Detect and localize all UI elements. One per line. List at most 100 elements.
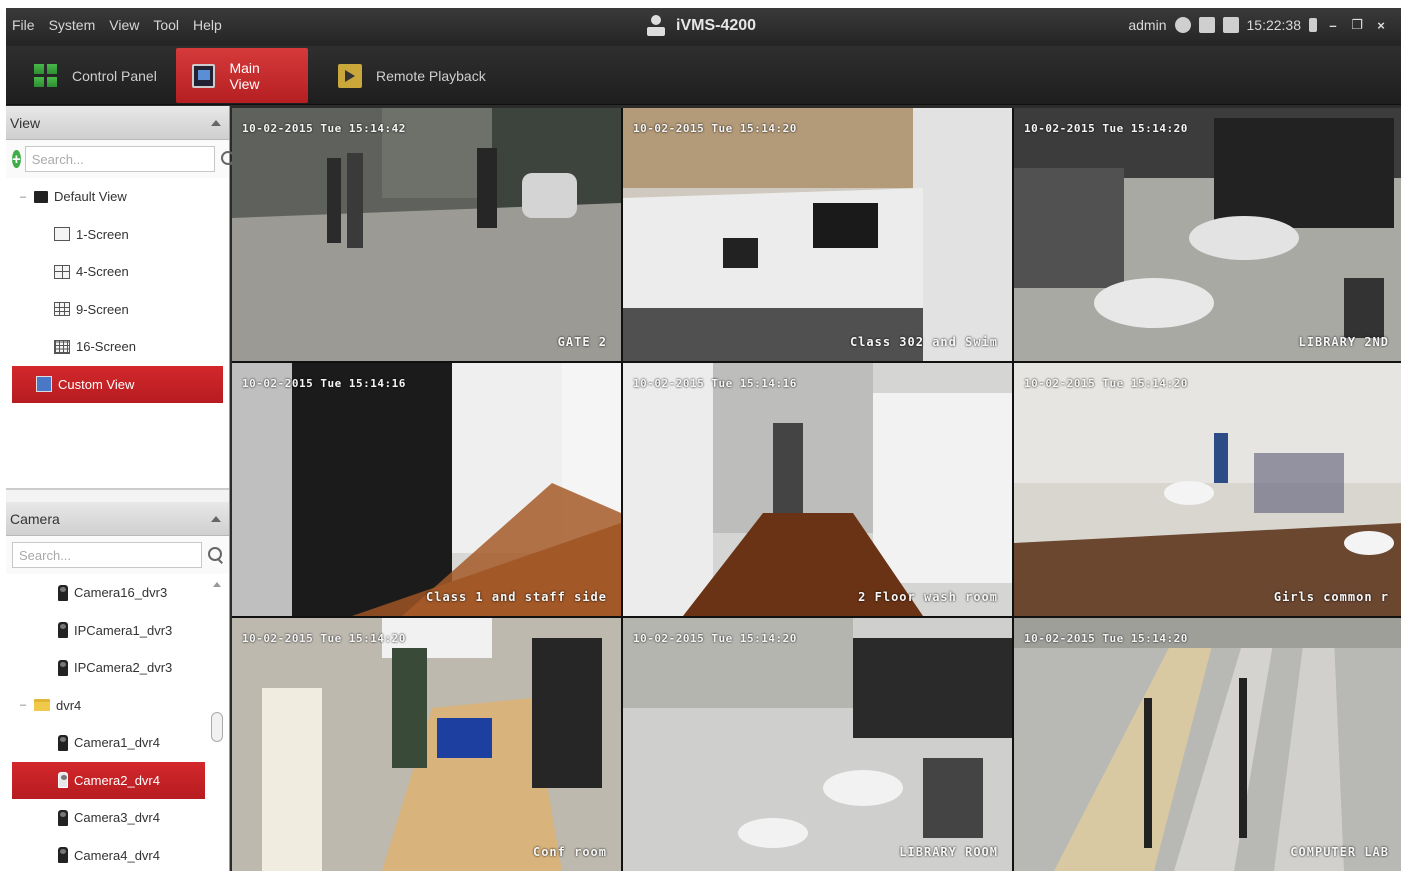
status-area: admin 15:22:38 – ❐ ×: [1128, 17, 1389, 33]
menu-system[interactable]: System: [49, 17, 96, 33]
camera-search-input[interactable]: [12, 542, 202, 568]
video-tile-8[interactable]: 10-02-2015 Tue 15:14:20 LIBRARY ROOM: [623, 618, 1012, 871]
maximize-icon[interactable]: ❐: [1349, 17, 1365, 33]
camera-item[interactable]: Camera3_dvr4: [6, 799, 229, 837]
tree-label: Custom View: [58, 376, 135, 392]
tree-group-dvr4[interactable]: – dvr4: [6, 687, 229, 725]
add-view-icon[interactable]: +: [12, 150, 21, 168]
view-item-16-screen[interactable]: 16-Screen: [6, 328, 229, 366]
module-tab-bar: Control Panel Main View Remote Playback: [6, 46, 1401, 105]
video-timestamp: 10-02-2015 Tue 15:14:20: [242, 632, 406, 645]
scroll-up-icon[interactable]: [213, 582, 221, 587]
view-item-4-screen[interactable]: 4-Screen: [6, 253, 229, 291]
custom-view-icon: [36, 376, 52, 393]
camera-item[interactable]: Camera4_dvr4: [6, 837, 229, 871]
video-feed-corridor: [232, 363, 621, 616]
video-timestamp: 10-02-2015 Tue 15:14:16: [633, 377, 797, 390]
video-camera-label: COMPUTER LAB: [1290, 845, 1389, 859]
close-icon[interactable]: ×: [1373, 17, 1389, 33]
video-tile-2[interactable]: 10-02-2015 Tue 15:14:20 Class 302 and Sw…: [623, 108, 1012, 361]
collapse-toggle-icon[interactable]: –: [18, 191, 28, 202]
camera-section: Camera Camera16_dvr3 IPCamera1_dvr3 I: [6, 502, 229, 871]
video-feed-hallway: [623, 363, 1012, 616]
camera-icon: [58, 847, 68, 864]
camera-panel-title: Camera: [10, 510, 60, 527]
lock-icon[interactable]: [1198, 17, 1215, 33]
video-feed-gate: [232, 108, 621, 361]
screen-layout-9-icon: [54, 302, 70, 317]
minimize-icon[interactable]: –: [1325, 17, 1341, 33]
collapse-caret-icon[interactable]: [211, 119, 221, 126]
video-timestamp: 10-02-2015 Tue 15:14:42: [242, 122, 406, 135]
control-panel-icon: [34, 63, 58, 88]
video-feed-computer-lab: [1014, 618, 1401, 871]
video-feed-conference: [232, 618, 621, 871]
clock-time: 15:22:38: [1246, 17, 1302, 33]
video-tile-5[interactable]: 10-02-2015 Tue 15:14:16 2 Floor wash roo…: [623, 363, 1012, 616]
search-icon[interactable]: [206, 546, 223, 564]
alarm-icon[interactable]: [1309, 18, 1317, 32]
tree-group-default-view[interactable]: – Default View: [6, 178, 229, 216]
camera-item[interactable]: Camera1_dvr4: [6, 724, 229, 762]
view-panel-header[interactable]: View: [6, 106, 229, 140]
camera-item[interactable]: Camera16_dvr3: [6, 574, 229, 612]
collapse-toggle-icon[interactable]: –: [18, 700, 28, 711]
user-icon[interactable]: [1174, 17, 1191, 33]
video-tile-4[interactable]: 10-02-2015 Tue 15:14:16 Class 1 and staf…: [232, 363, 621, 616]
view-search-input[interactable]: [24, 146, 215, 172]
app-title-group: iVMS-4200: [646, 14, 756, 38]
camera-tree: Camera16_dvr3 IPCamera1_dvr3 IPCamera2_d…: [6, 574, 229, 871]
tab-control-panel[interactable]: Control Panel: [18, 48, 174, 103]
video-timestamp: 10-02-2015 Tue 15:14:20: [633, 632, 797, 645]
tree-label: Camera1_dvr4: [74, 735, 160, 751]
video-feed-library: [1014, 108, 1401, 361]
camera-item[interactable]: IPCamera1_dvr3: [6, 612, 229, 650]
scroll-thumb[interactable]: [211, 712, 223, 742]
tab-label: Control Panel: [72, 67, 157, 84]
view-item-1-screen[interactable]: 1-Screen: [6, 216, 229, 254]
camera-icon: [58, 622, 68, 639]
video-timestamp: 10-02-2015 Tue 15:14:20: [1024, 377, 1188, 390]
video-feed-library-room: [623, 618, 1012, 871]
view-item-custom-view[interactable]: Custom View: [12, 365, 223, 403]
search-icon[interactable]: [219, 150, 236, 168]
screen-layout-1-icon: [54, 227, 70, 242]
monitor-icon[interactable]: [1222, 17, 1239, 33]
video-timestamp: 10-02-2015 Tue 15:14:20: [633, 122, 797, 135]
video-tile-6[interactable]: 10-02-2015 Tue 15:14:20 Girls common r: [1014, 363, 1401, 616]
menu-help[interactable]: Help: [193, 17, 222, 33]
video-camera-label: LIBRARY ROOM: [899, 845, 998, 859]
app-title: iVMS-4200: [676, 17, 757, 34]
view-item-9-screen[interactable]: 9-Screen: [6, 291, 229, 329]
video-tile-9[interactable]: 10-02-2015 Tue 15:14:20 COMPUTER LAB: [1014, 618, 1401, 871]
video-tile-3[interactable]: 10-02-2015 Tue 15:14:20 LIBRARY 2ND: [1014, 108, 1401, 361]
video-tile-7[interactable]: 10-02-2015 Tue 15:14:20 Conf room: [232, 618, 621, 871]
video-tile-1[interactable]: 10-02-2015 Tue 15:14:42 GATE 2: [232, 108, 621, 361]
menu-tool[interactable]: Tool: [153, 17, 179, 33]
view-search-row: +: [6, 140, 236, 178]
tree-label: 1-Screen: [76, 226, 129, 242]
video-camera-label: Class 1 and staff side: [426, 590, 607, 604]
tree-label: Default View: [54, 189, 127, 205]
title-bar: File System View Tool Help iVMS-4200 adm…: [6, 8, 1401, 46]
collapse-caret-icon[interactable]: [211, 515, 221, 522]
camera-icon: [58, 584, 68, 601]
tab-main-view[interactable]: Main View: [176, 48, 308, 103]
menu-bar: File System View Tool Help: [12, 17, 222, 33]
camera-panel-header[interactable]: Camera: [6, 502, 229, 536]
live-view-grid: 10-02-2015 Tue 15:14:42 GATE 2 10-02-201…: [232, 108, 1401, 871]
menu-view[interactable]: View: [109, 17, 139, 33]
view-section: View + – Default View 1-Screen 4-Screen: [6, 106, 236, 490]
video-camera-label: GATE 2: [557, 335, 607, 349]
tab-remote-playback[interactable]: Remote Playback: [322, 48, 502, 103]
tree-label: Camera2_dvr4: [74, 772, 160, 788]
menu-file[interactable]: File: [12, 17, 35, 33]
camera-list-scrollbar[interactable]: [211, 582, 223, 871]
video-feed-common-room: [1014, 363, 1401, 616]
app-logo-icon: [646, 14, 666, 38]
camera-icon: [58, 659, 68, 676]
left-panel: View + – Default View 1-Screen 4-Screen: [6, 106, 236, 871]
tree-label: dvr4: [56, 697, 82, 713]
camera-item[interactable]: IPCamera2_dvr3: [6, 649, 229, 687]
camera-item-selected[interactable]: Camera2_dvr4: [12, 761, 205, 799]
